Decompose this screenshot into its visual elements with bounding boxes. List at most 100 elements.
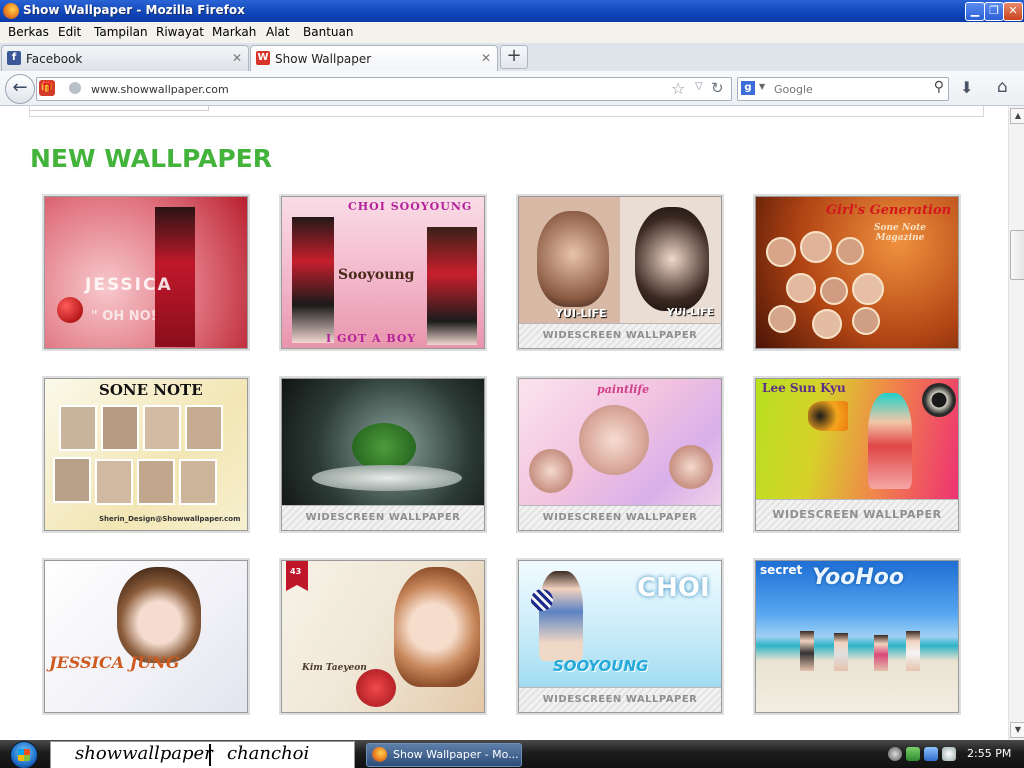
search-engine-dropdown-icon[interactable]: ▼: [759, 82, 765, 91]
thumb-caption: paintlife: [597, 383, 650, 396]
thumb-caption: Lee Sun Kyu: [762, 381, 846, 395]
site-identity-icon[interactable]: [69, 82, 81, 94]
wallpaper-thumb-12[interactable]: secret YooHoo: [755, 560, 959, 713]
menu-berkas[interactable]: Berkas: [8, 25, 49, 39]
thumb-caption-2: YooHoo: [812, 565, 904, 590]
taskbar-firefox-button[interactable]: Show Wallpaper - Mo...: [366, 743, 522, 767]
banner-divider: [209, 744, 211, 766]
thumb-caption: YUI-LIFE: [555, 307, 607, 320]
thumb-caption-2: YUI-LIFE: [667, 307, 714, 318]
gift-icon: 🎁: [39, 80, 55, 96]
wallpaper-image: [45, 379, 247, 530]
top-panel: [29, 106, 984, 117]
thumb-caption: JESSICA: [85, 275, 173, 295]
new-tab-button[interactable]: +: [500, 45, 528, 69]
vertical-scrollbar[interactable]: ▲ ▼: [1008, 106, 1024, 740]
top-panel-inner: [30, 106, 209, 111]
wallpaper-thumb-10[interactable]: 43 Kim Taeyeon: [281, 560, 485, 713]
thumb-caption: Kim Taeyeon: [302, 663, 367, 673]
network-icon[interactable]: [906, 747, 920, 761]
page-content: NEW WALLPAPER JESSICA " OH NO! CHOI SOOY…: [0, 106, 1008, 740]
wallpaper-thumb-8[interactable]: Lee Sun Kyu WIDESCREEN WALLPAPER: [755, 378, 959, 531]
thumb-caption-2: Sherin_Design@Showwallpaper.com: [99, 515, 241, 523]
scroll-up-button[interactable]: ▲: [1010, 108, 1024, 124]
menu-bar: Berkas Edit Tampilan Riwayat Markah Alat…: [0, 22, 1024, 44]
menu-edit[interactable]: Edit: [58, 25, 81, 39]
windows-logo-icon: [18, 749, 30, 761]
download-icon[interactable]: ⬇: [960, 78, 973, 97]
thumb-caption-2: Sone Note Magazine: [873, 223, 927, 243]
banner-text-left: showwallpaper: [75, 743, 213, 764]
widescreen-label: WIDESCREEN WALLPAPER: [282, 505, 484, 530]
tab-facebook[interactable]: f Facebook ✕: [1, 45, 249, 71]
wallpaper-thumb-3[interactable]: YUI-LIFE YUI-LIFE WIDESCREEN WALLPAPER: [518, 196, 722, 349]
system-tray: 2:55 PM: [880, 740, 1024, 768]
taskbar-banner: showwallpaper chanchoi: [50, 741, 355, 768]
restore-button[interactable]: ❐: [984, 2, 1004, 21]
menu-tampilan[interactable]: Tampilan: [94, 25, 148, 39]
display-icon[interactable]: [924, 747, 938, 761]
back-button[interactable]: ←: [5, 74, 35, 104]
tab-label: Show Wallpaper: [275, 52, 372, 66]
volume-icon[interactable]: [942, 747, 956, 761]
tab-show-wallpaper[interactable]: W Show Wallpaper ✕: [250, 45, 498, 72]
thumb-caption: secret: [760, 563, 803, 577]
thumb-caption: CHOI: [637, 573, 710, 603]
widescreen-label: WIDESCREEN WALLPAPER: [519, 687, 721, 712]
thumb-caption: SONE NOTE: [99, 381, 203, 399]
search-icon[interactable]: ⚲: [934, 79, 944, 95]
home-icon[interactable]: ⌂: [997, 77, 1008, 97]
url-dropdown-icon[interactable]: ▽: [695, 81, 703, 92]
search-bar[interactable]: g ▼ ⚲: [737, 77, 949, 101]
thumb-caption: Girl's Generation: [826, 203, 952, 218]
start-button[interactable]: [10, 741, 38, 768]
reload-icon[interactable]: ↻: [711, 79, 724, 97]
menu-riwayat[interactable]: Riwayat: [156, 25, 204, 39]
widescreen-label: WIDESCREEN WALLPAPER: [756, 499, 958, 530]
scrollbar-thumb[interactable]: [1010, 230, 1024, 280]
menu-markah[interactable]: Markah: [212, 25, 256, 39]
taskbar-button-label: Show Wallpaper - Mo...: [393, 748, 519, 761]
tab-close-icon[interactable]: ✕: [232, 51, 242, 65]
thumb-badge: 43: [290, 567, 302, 576]
wallpaper-thumb-4[interactable]: Girl's Generation Sone Note Magazine: [755, 196, 959, 349]
wallpaper-thumb-7[interactable]: paintlife WIDESCREEN WALLPAPER: [518, 378, 722, 531]
media-icon[interactable]: [888, 747, 902, 761]
firefox-icon: [372, 747, 387, 762]
google-icon[interactable]: g: [741, 81, 755, 95]
navigation-bar: ← 🎁 ☆ ▽ ↻ g ▼ ⚲: [0, 71, 1024, 106]
widescreen-label: WIDESCREEN WALLPAPER: [519, 505, 721, 530]
tab-label: Facebook: [26, 52, 83, 66]
thumb-caption-2: SOOYOUNG: [553, 657, 649, 675]
wallpaper-thumb-9[interactable]: JESSICA JUNG: [44, 560, 248, 713]
wallpaper-image: [45, 197, 247, 348]
url-input[interactable]: [89, 80, 653, 98]
facebook-icon: f: [7, 51, 21, 65]
taskbar: showwallpaper chanchoi Show Wallpaper - …: [0, 740, 1024, 768]
wallpaper-thumb-5[interactable]: SONE NOTE Sherin_Design@Showwallpaper.co…: [44, 378, 248, 531]
close-window-button[interactable]: ✕: [1003, 2, 1023, 21]
bookmark-star-icon[interactable]: ☆: [671, 79, 685, 98]
wallpaper-thumb-6[interactable]: WIDESCREEN WALLPAPER: [281, 378, 485, 531]
wallpaper-thumb-2[interactable]: CHOI SOOYOUNG Sooyoung I GOT A BOY: [281, 196, 485, 349]
menu-bantuan[interactable]: Bantuan: [303, 25, 353, 39]
wallpaper-thumb-11[interactable]: CHOI SOOYOUNG WIDESCREEN WALLPAPER: [518, 560, 722, 713]
clock[interactable]: 2:55 PM: [967, 747, 1011, 760]
search-input[interactable]: [772, 80, 926, 98]
firefox-icon: [3, 3, 19, 19]
banner-text-right: chanchoi: [227, 743, 310, 764]
section-heading: NEW WALLPAPER: [30, 144, 272, 173]
thumb-caption-3: I GOT A BOY: [326, 332, 417, 345]
thumb-caption: JESSICA JUNG: [49, 653, 180, 672]
minimize-button[interactable]: ▁: [965, 2, 985, 21]
showwallpaper-icon: W: [256, 51, 270, 65]
wallpaper-thumb-1[interactable]: JESSICA " OH NO!: [44, 196, 248, 349]
url-bar[interactable]: 🎁 ☆ ▽ ↻: [36, 77, 732, 101]
thumb-caption: CHOI SOOYOUNG: [348, 200, 473, 213]
thumb-caption-2: " OH NO!: [91, 309, 157, 324]
scroll-down-button[interactable]: ▼: [1010, 722, 1024, 738]
tab-close-icon[interactable]: ✕: [481, 51, 491, 65]
window-titlebar: Show Wallpaper - Mozilla Firefox ▁ ❐ ✕: [0, 0, 1024, 22]
menu-alat[interactable]: Alat: [266, 25, 290, 39]
thumb-caption-2: Sooyoung: [338, 267, 415, 283]
